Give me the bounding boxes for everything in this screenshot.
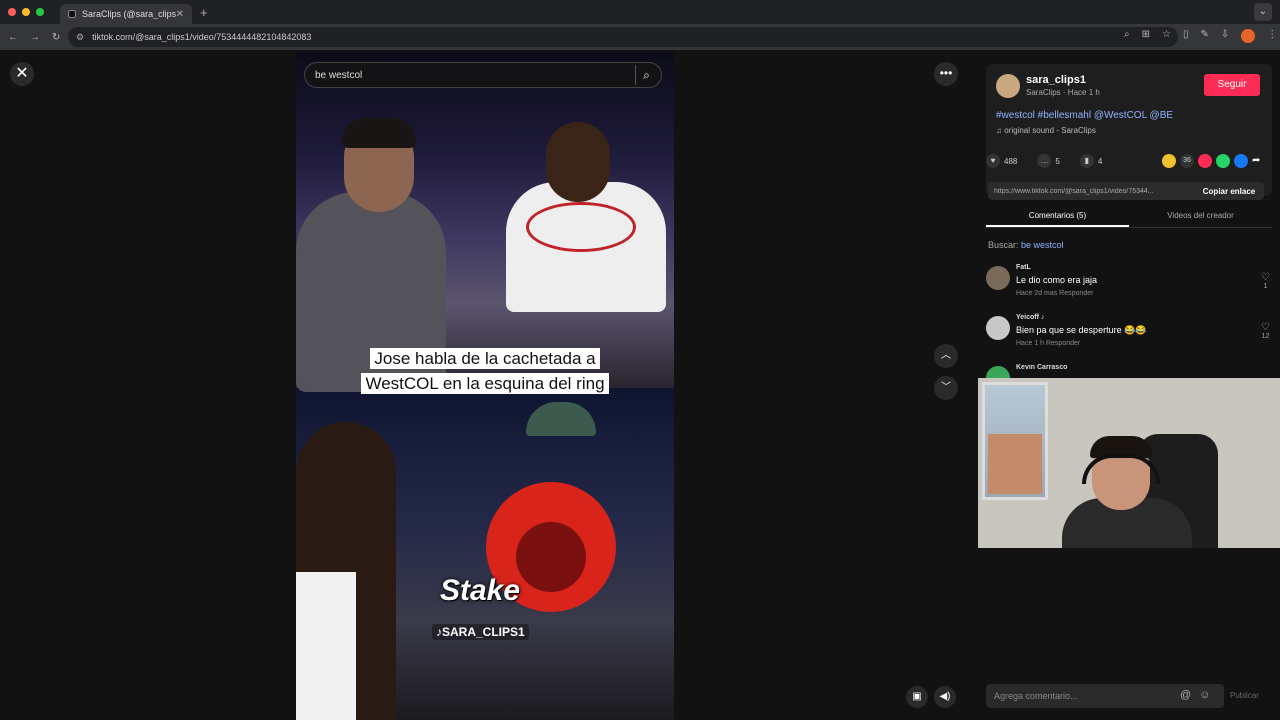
comment-count: 5 — [1055, 156, 1060, 166]
caption-text: Jose habla de la cachetada a WestCOL en … — [361, 348, 609, 394]
search-icon[interactable]: ⌕ — [635, 65, 657, 85]
tab-creator-videos[interactable]: Videos del creador — [1129, 206, 1272, 227]
video-caption: Jose habla de la cachetada a WestCOL en … — [356, 346, 614, 396]
comment-text: Bien pa que se desperture 😂😂 — [1016, 325, 1147, 335]
comment-item: FatL Le dio como era jaja Hace 2d mas Re… — [986, 264, 1272, 308]
comment-icon[interactable]: … — [1037, 154, 1052, 168]
author-name[interactable]: sara_clips1 — [1026, 74, 1086, 86]
related-search-term: be westcol — [1021, 240, 1064, 250]
engagement-stats: ♥ 488 … 5 ▮ 4 — [986, 154, 1102, 168]
next-video-button[interactable]: ﹀ — [934, 376, 958, 400]
like-count: 488 — [1004, 156, 1018, 166]
webcam-building — [988, 434, 1042, 494]
comment-text: Le dio como era jaja — [1016, 275, 1098, 285]
url-text: tiktok.com/@sara_clips1/video/7534444482… — [92, 32, 312, 42]
comment-author[interactable]: FatL — [1016, 264, 1031, 271]
guest-head — [546, 122, 610, 202]
tab-title: SaraClips (@sara_clips1) — [82, 9, 176, 19]
comment-item: Kevin Carrasco — [986, 364, 1272, 378]
save-count: 4 — [1097, 156, 1103, 166]
comment-author[interactable]: Yeicoff ♪ — [1016, 314, 1044, 321]
comment-like-button[interactable]: ♡ 1 — [1261, 272, 1270, 290]
share-whatsapp-icon[interactable] — [1216, 154, 1230, 168]
tab-close-icon[interactable]: ✕ — [176, 9, 184, 20]
captions-toggle-button[interactable]: ▣ — [906, 686, 928, 708]
share-buttons: 36 ➦ — [1162, 154, 1266, 168]
minimize-window-icon[interactable] — [22, 8, 30, 16]
reload-icon[interactable]: ↻ — [52, 32, 60, 43]
sound-link[interactable]: ♫ original sound - SaraClips — [996, 126, 1096, 135]
mention-icon[interactable]: @ — [1180, 689, 1191, 701]
panel-tabs: Comentarios (5) Videos del creador — [986, 206, 1272, 228]
back-icon[interactable]: ← — [8, 32, 18, 43]
share-count: 36 — [1180, 154, 1194, 168]
cast-icon[interactable]: ⌕ — [1124, 29, 1130, 43]
comment-meta[interactable]: Hace 1 h Responder — [1016, 340, 1080, 347]
sidepanel-icon[interactable]: ▯ — [1183, 29, 1189, 43]
browser-menu-icon[interactable]: ⋮ — [1267, 29, 1277, 43]
interviewer-hair — [342, 118, 416, 148]
maximize-window-icon[interactable] — [36, 8, 44, 16]
save-icon[interactable]: ▮ — [1079, 154, 1094, 168]
more-options-button[interactable]: ••• — [934, 62, 958, 86]
author-subtitle: SaraClips · Hace 1 h — [1026, 88, 1100, 97]
comment-avatar[interactable] — [986, 316, 1010, 340]
copy-link-row: https://www.tiktok.com/@sara_clips1/vide… — [988, 182, 1264, 200]
share-emoji-icon[interactable] — [1162, 154, 1176, 168]
video-search-bar[interactable]: be westcol ⌕ — [304, 62, 662, 88]
comment-avatar[interactable] — [986, 366, 1010, 378]
comment-avatar[interactable] — [986, 266, 1010, 290]
forward-icon[interactable]: → — [30, 32, 40, 43]
browser-tab[interactable]: SaraClips (@sara_clips1) ✕ — [60, 4, 192, 24]
new-tab-button[interactable]: + — [200, 5, 208, 20]
tab-comments[interactable]: Comentarios (5) — [986, 206, 1129, 227]
video-search-text: be westcol — [315, 69, 363, 81]
comment-meta[interactable]: Hace 2d mas Responder — [1016, 290, 1093, 297]
follow-button[interactable]: Seguir — [1204, 74, 1260, 96]
comment-item: Yeicoff ♪ Bien pa que se desperture 😂😂 H… — [986, 314, 1272, 358]
address-bar-row: ← → ↻ ⚙ tiktok.com/@sara_clips1/video/75… — [0, 24, 1280, 50]
related-search[interactable]: Buscar: be westcol — [988, 240, 1064, 250]
publish-button[interactable]: Publicar — [1230, 691, 1259, 700]
shirt-pattern — [526, 202, 636, 252]
comment-like-count: 12 — [1261, 333, 1270, 340]
tab-search-button[interactable]: ⌄ — [1254, 3, 1272, 21]
site-info-icon[interactable]: ⚙ — [76, 32, 84, 43]
tiktok-favicon-icon — [68, 10, 76, 18]
browser-toolbar-icons: ⌕ ⊞ ☆ ▯ ✎ ⇩ ⋮ — [1124, 29, 1277, 43]
previous-video-button[interactable]: ︿ — [934, 344, 958, 368]
webcam-overlay — [978, 378, 1280, 548]
video-description[interactable]: #westcol #bellesmahl @WestCOL @BE — [996, 110, 1173, 121]
comment-like-count: 1 — [1263, 283, 1268, 290]
window-controls — [8, 8, 44, 16]
ring-person-shirt — [296, 572, 356, 720]
headgear-face — [516, 522, 586, 592]
author-avatar[interactable] — [996, 74, 1020, 98]
share-tiktok-icon[interactable] — [1198, 154, 1212, 168]
url-field[interactable]: ⚙ tiktok.com/@sara_clips1/video/75344444… — [68, 27, 1178, 47]
bookmark-star-icon[interactable]: ☆ — [1162, 29, 1171, 43]
comment-like-button[interactable]: ♡ 12 — [1261, 322, 1270, 340]
copy-link-button[interactable]: Copiar enlace — [1194, 187, 1264, 196]
related-search-prefix: Buscar: — [988, 240, 1019, 250]
emoji-icon[interactable]: ☺ — [1199, 689, 1210, 701]
composer-icons: @ ☺ — [1180, 689, 1210, 701]
extensions-icon[interactable]: ✎ — [1200, 29, 1208, 43]
profile-avatar[interactable] — [1241, 29, 1256, 43]
close-video-button[interactable]: ✕ — [10, 62, 34, 86]
download-icon[interactable]: ⇩ — [1221, 29, 1229, 43]
volume-button[interactable]: ◀) — [934, 686, 956, 708]
browser-tab-strip: SaraClips (@sara_clips1) ✕ + ⌄ — [0, 0, 1280, 24]
share-facebook-icon[interactable] — [1234, 154, 1248, 168]
share-arrow-icon[interactable]: ➦ — [1252, 154, 1266, 168]
video-link: https://www.tiktok.com/@sara_clips1/vide… — [994, 187, 1154, 195]
comment-author[interactable]: Kevin Carrasco — [1016, 364, 1067, 371]
author-card: sara_clips1 SaraClips · Hace 1 h Seguir … — [986, 64, 1272, 196]
like-icon[interactable]: ♥ — [986, 154, 1000, 168]
video-player[interactable]: be westcol ⌕ Jose habla de la cachetada … — [296, 52, 674, 720]
sponsor-logo: Stake — [440, 574, 521, 607]
video-watermark: ♪SARA_CLIPS1 — [432, 624, 529, 640]
close-window-icon[interactable] — [8, 8, 16, 16]
translate-icon[interactable]: ⊞ — [1142, 29, 1150, 43]
